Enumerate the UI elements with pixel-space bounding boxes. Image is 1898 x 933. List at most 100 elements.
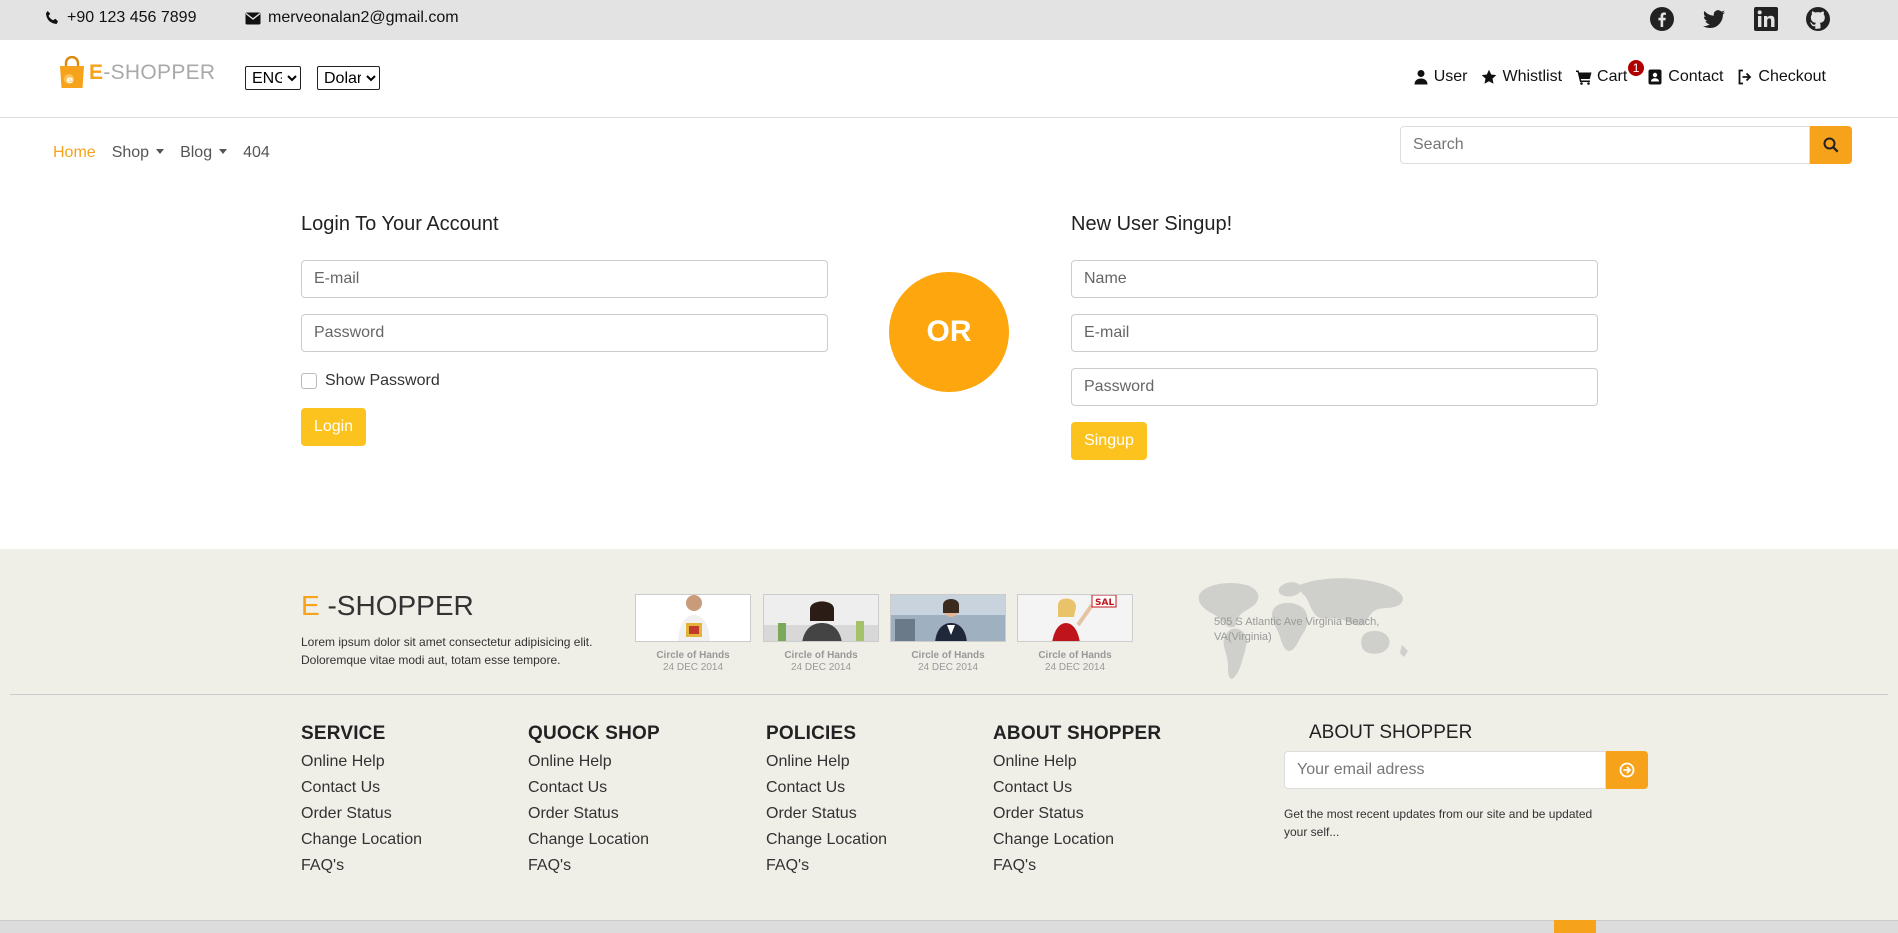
footer-col-title: POLICIES [766, 723, 857, 744]
footer: E -SHOPPER Lorem ipsum dolor sit amet co… [0, 549, 1898, 921]
phone-icon [46, 11, 58, 24]
logo[interactable]: e E-SHOPPER [57, 56, 215, 90]
cart-icon [1576, 70, 1592, 85]
footer-link[interactable]: Online Help [766, 749, 887, 775]
wishlist-label: Whistlist [1502, 68, 1563, 85]
signup-email-input[interactable] [1071, 314, 1598, 352]
footer-link[interactable]: Order Status [766, 801, 887, 827]
bottom-bar [0, 920, 1898, 933]
login-button[interactable]: Login [301, 408, 366, 446]
footer-brand: E -SHOPPER [301, 590, 474, 621]
phone-contact: +90 123 456 7899 [44, 9, 196, 27]
newsletter-email-input[interactable] [1284, 751, 1606, 789]
footer-link[interactable]: Change Location [301, 827, 422, 853]
footer-col-about-shopper: ABOUT SHOPPER Online Help Contact Us Ord… [993, 723, 1161, 879]
thumb-image: SAL [1017, 594, 1133, 642]
menu-blog-dropdown[interactable]: Blog [180, 144, 227, 162]
header-nav: User Whistlist Cart 1 Contact Checkout [1413, 58, 1826, 86]
newsletter-description: Get the most recent updates from our sit… [1284, 807, 1593, 839]
footer-thumb[interactable]: Circle of Hands 24 DEC 2014 [890, 594, 1006, 674]
main-menu: Home Shop Blog 404 [53, 144, 270, 162]
footer-col-title: QUOCK SHOP [528, 723, 660, 744]
footer-link[interactable]: Online Help [528, 749, 660, 775]
thumb-caption: Circle of Hands 24 DEC 2014 [1038, 650, 1112, 673]
footer-thumb[interactable]: Circle of Hands 24 DEC 2014 [635, 594, 751, 674]
footer-address: 505 S Atlantic Ave Virginia Beach, VA(Vi… [1214, 616, 1380, 643]
show-password-checkbox[interactable]: Show Password [301, 372, 440, 390]
thumb-image [763, 594, 879, 642]
thumb-image [890, 594, 1006, 642]
header-contact-link[interactable]: Contact [1647, 68, 1723, 86]
newsletter-form [1284, 751, 1648, 789]
currency-select[interactable]: Dolar [317, 66, 380, 90]
footer-link[interactable]: FAQ's [528, 853, 660, 879]
header: e E-SHOPPER ENG Dolar User Whistlist Car… [0, 40, 1898, 118]
signup-title: New User Singup! [1071, 213, 1233, 235]
thumb-caption: Circle of Hands 24 DEC 2014 [656, 650, 730, 673]
sign-out-icon [1739, 69, 1752, 85]
search-button[interactable] [1810, 126, 1852, 164]
search-input[interactable] [1400, 126, 1810, 164]
signup-name-input[interactable] [1071, 260, 1598, 298]
footer-link[interactable]: Order Status [993, 801, 1161, 827]
footer-link[interactable]: FAQ's [993, 853, 1161, 879]
github-icon[interactable] [1805, 6, 1831, 32]
scroll-to-top-button[interactable] [1554, 920, 1596, 933]
linkedin-icon[interactable] [1753, 6, 1779, 32]
footer-thumb[interactable]: Circle of Hands 24 DEC 2014 [763, 594, 879, 674]
newsletter-title: ABOUT SHOPPER [1309, 722, 1473, 743]
search-icon [1823, 137, 1839, 153]
footer-link[interactable]: Contact Us [766, 775, 887, 801]
facebook-icon[interactable] [1649, 6, 1675, 32]
arrow-circle-right-icon [1619, 762, 1635, 778]
checkout-label: Checkout [1758, 68, 1826, 85]
menu-home[interactable]: Home [53, 144, 96, 162]
cart-label: Cart [1597, 68, 1628, 85]
newsletter-submit-button[interactable] [1606, 751, 1648, 789]
star-icon [1482, 69, 1497, 84]
or-divider: OR [889, 272, 1009, 392]
header-checkout-link[interactable]: Checkout [1737, 68, 1826, 86]
svg-text:SAL: SAL [1095, 598, 1114, 608]
thumb-caption: Circle of Hands 24 DEC 2014 [911, 650, 985, 673]
user-icon [1414, 70, 1428, 85]
login-password-input[interactable] [301, 314, 828, 352]
phone-number: +90 123 456 7899 [67, 9, 197, 26]
header-user-link[interactable]: User [1413, 68, 1467, 86]
footer-divider [10, 694, 1888, 695]
footer-link[interactable]: Online Help [993, 749, 1161, 775]
footer-description: Lorem ipsum dolor sit amet consectetur a… [301, 635, 593, 667]
footer-link[interactable]: FAQ's [301, 853, 422, 879]
footer-thumb[interactable]: SAL Circle of Hands 24 DEC 2014 [1017, 594, 1133, 674]
checkbox-box[interactable] [301, 373, 317, 389]
footer-col-quick-shop: QUOCK SHOP Online Help Contact Us Order … [528, 723, 660, 879]
language-select[interactable]: ENG [245, 66, 301, 90]
footer-link[interactable]: Change Location [993, 827, 1161, 853]
email-address: merveonalan2@gmail.com [268, 9, 459, 26]
footer-link[interactable]: FAQ's [766, 853, 887, 879]
envelope-icon [245, 12, 261, 24]
footer-link[interactable]: Change Location [528, 827, 660, 853]
footer-col-service: SERVICE Online Help Contact Us Order Sta… [301, 723, 422, 879]
header-cart-link[interactable]: Cart 1 [1576, 58, 1647, 86]
footer-link[interactable]: Contact Us [993, 775, 1161, 801]
logo-text: E-SHOPPER [89, 61, 216, 84]
cart-count-badge: 1 [1626, 58, 1647, 78]
header-wishlist-link[interactable]: Whistlist [1481, 68, 1562, 86]
footer-link[interactable]: Online Help [301, 749, 422, 775]
show-password-label: Show Password [325, 372, 440, 389]
footer-link[interactable]: Order Status [528, 801, 660, 827]
menu-shop-dropdown[interactable]: Shop [112, 144, 164, 162]
menu-404[interactable]: 404 [243, 144, 270, 162]
footer-col-title: ABOUT SHOPPER [993, 723, 1162, 744]
footer-link[interactable]: Order Status [301, 801, 422, 827]
footer-link[interactable]: Contact Us [301, 775, 422, 801]
email-contact: merveonalan2@gmail.com [245, 9, 459, 27]
thumb-image [635, 594, 751, 642]
login-email-input[interactable] [301, 260, 828, 298]
signup-button[interactable]: Singup [1071, 422, 1147, 460]
twitter-icon[interactable] [1701, 6, 1727, 32]
footer-link[interactable]: Contact Us [528, 775, 660, 801]
signup-password-input[interactable] [1071, 368, 1598, 406]
footer-link[interactable]: Change Location [766, 827, 887, 853]
